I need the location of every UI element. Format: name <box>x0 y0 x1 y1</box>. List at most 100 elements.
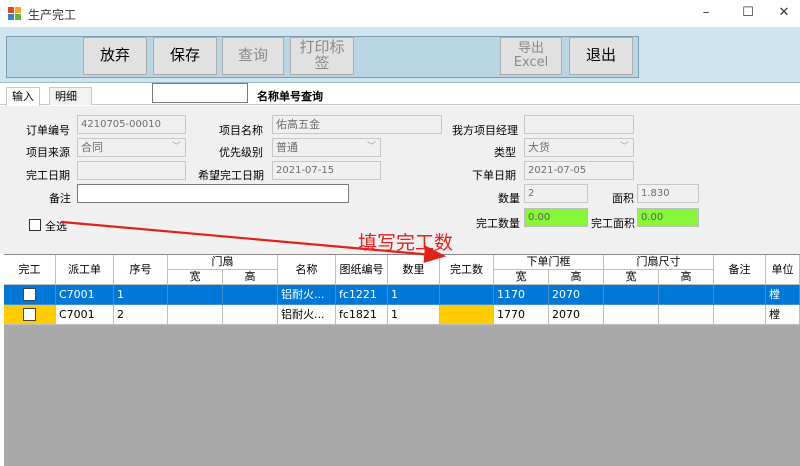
cell-qty[interactable]: 1 <box>388 285 440 305</box>
search-label: 名称单号查询 <box>257 90 323 103</box>
cell-dispatch[interactable]: C7001 <box>56 285 114 305</box>
exit-button[interactable]: 退出 <box>569 37 633 75</box>
cell-fan-height[interactable] <box>223 305 278 325</box>
row-done-cell[interactable] <box>4 305 56 325</box>
cell-frame-height[interactable]: 2070 <box>549 285 604 305</box>
our-pm-label: 我方项目经理 <box>452 124 518 137</box>
cell-name[interactable]: 铝耐火... <box>278 285 336 305</box>
query-button[interactable]: 查询 <box>222 37 284 75</box>
col-size-width[interactable]: 宽 <box>604 270 659 285</box>
remark-label: 备注 <box>49 192 71 205</box>
type-value: 大货 <box>528 141 550 154</box>
remark-field[interactable] <box>77 184 349 203</box>
order-no-field[interactable]: 4210705-00010 <box>77 115 186 134</box>
print-label-button[interactable]: 打印标 签 <box>290 37 354 75</box>
select-all-checkbox[interactable] <box>29 219 41 231</box>
col-remark[interactable]: 备注 <box>714 255 766 285</box>
cell-fan-height[interactable] <box>223 285 278 305</box>
area-field[interactable]: 1.830 <box>637 184 699 203</box>
cell-size-height[interactable] <box>659 285 714 305</box>
chevron-down-icon: ﹀ <box>171 142 181 152</box>
cell-done-count[interactable] <box>440 305 494 325</box>
project-name-label: 项目名称 <box>219 124 263 137</box>
quantity-field[interactable]: 2 <box>524 184 588 203</box>
col-done[interactable]: 完工 <box>4 255 56 285</box>
cell-dispatch[interactable]: C7001 <box>56 305 114 325</box>
cell-size-height[interactable] <box>659 305 714 325</box>
done-qty-label: 完工数量 <box>476 217 520 230</box>
col-group-fan: 门扇 <box>168 255 278 270</box>
title-bar: 生产完工 – ☐ ✕ <box>0 0 800 27</box>
export-excel-button[interactable]: 导出 Excel <box>500 37 562 75</box>
done-area-field[interactable]: 0.00 <box>637 208 699 227</box>
discard-button[interactable]: 放弃 <box>83 37 147 75</box>
row-checkbox[interactable] <box>23 288 36 301</box>
col-frame-width[interactable]: 宽 <box>494 270 549 285</box>
col-dispatch[interactable]: 派工单 <box>56 255 114 285</box>
toolbar: 放弃 保存 查询 打印标 签 导出 Excel 退出 <box>0 27 800 83</box>
cell-unit[interactable]: 樘 <box>766 285 800 305</box>
row-done-cell[interactable] <box>4 285 56 305</box>
col-name[interactable]: 名称 <box>278 255 336 285</box>
chevron-down-icon: ﹀ <box>366 142 376 152</box>
order-date-label: 下单日期 <box>472 169 516 182</box>
col-seq[interactable]: 序号 <box>114 255 168 285</box>
col-fan-height[interactable]: 高 <box>223 270 278 285</box>
expected-date-label: 希望完工日期 <box>198 169 264 182</box>
project-name-field[interactable]: 佑高五金 <box>272 115 442 134</box>
close-button[interactable]: ✕ <box>768 2 800 24</box>
cell-size-width[interactable] <box>604 285 659 305</box>
cell-remark[interactable] <box>714 305 766 325</box>
search-input[interactable] <box>152 83 248 103</box>
type-select[interactable]: 大货 ﹀ <box>524 138 634 157</box>
our-pm-field[interactable] <box>524 115 634 134</box>
priority-label: 优先级别 <box>219 146 263 159</box>
tab-input[interactable]: 输入 <box>6 87 40 106</box>
cell-name[interactable]: 铝耐火... <box>278 305 336 325</box>
cell-size-width[interactable] <box>604 305 659 325</box>
col-size-height[interactable]: 高 <box>659 270 714 285</box>
project-source-label: 项目来源 <box>26 146 70 159</box>
app-icon <box>8 7 21 20</box>
cell-done-count[interactable] <box>440 285 494 305</box>
col-fan-width[interactable]: 宽 <box>168 270 223 285</box>
completion-date-label: 完工日期 <box>26 169 70 182</box>
col-qty[interactable]: 数里 <box>388 255 440 285</box>
completion-date-field[interactable] <box>77 161 186 180</box>
order-date-field[interactable]: 2021-07-05 <box>524 161 634 180</box>
export-line2: Excel <box>513 55 549 70</box>
cell-seq[interactable]: 2 <box>114 305 168 325</box>
expected-date-field[interactable]: 2021-07-15 <box>272 161 381 180</box>
cell-qty[interactable]: 1 <box>388 305 440 325</box>
cell-drawing-no[interactable]: fc1821 <box>336 305 388 325</box>
col-drawing-no[interactable]: 图纸编号 <box>336 255 388 285</box>
area-label: 面积 <box>612 192 634 205</box>
window-title: 生产完工 <box>28 8 77 22</box>
cell-fan-width[interactable] <box>168 285 223 305</box>
minimize-button[interactable]: – <box>684 2 728 24</box>
done-qty-field[interactable]: 0.00 <box>524 208 588 227</box>
cell-drawing-no[interactable]: fc1221 <box>336 285 388 305</box>
cell-seq[interactable]: 1 <box>114 285 168 305</box>
col-unit[interactable]: 单位 <box>766 255 800 285</box>
row-checkbox[interactable] <box>23 308 36 321</box>
priority-select[interactable]: 普通 ﹀ <box>272 138 381 157</box>
cell-frame-height[interactable]: 2070 <box>549 305 604 325</box>
cell-remark[interactable] <box>714 285 766 305</box>
priority-value: 普通 <box>276 141 298 154</box>
cell-unit[interactable]: 樘 <box>766 305 800 325</box>
cell-frame-width[interactable]: 1170 <box>494 285 549 305</box>
tab-strip: 输入 明细 <box>0 84 800 106</box>
done-area-label: 完工面积 <box>591 217 635 230</box>
type-label: 类型 <box>494 146 516 159</box>
col-done-count[interactable]: 完工数 <box>440 255 494 285</box>
col-frame-height[interactable]: 高 <box>549 270 604 285</box>
cell-fan-width[interactable] <box>168 305 223 325</box>
work-order-grid: 完工 派工单 序号 门扇 宽 高 名称 图纸编号 数里 完工数 下单门框 宽 高… <box>4 254 800 466</box>
save-button[interactable]: 保存 <box>153 37 217 75</box>
cell-frame-width[interactable]: 1770 <box>494 305 549 325</box>
select-all-label: 全选 <box>45 220 67 233</box>
tab-detail[interactable]: 明细 <box>49 87 92 105</box>
project-source-select[interactable]: 合同 ﹀ <box>77 138 186 157</box>
maximize-button[interactable]: ☐ <box>726 2 770 24</box>
